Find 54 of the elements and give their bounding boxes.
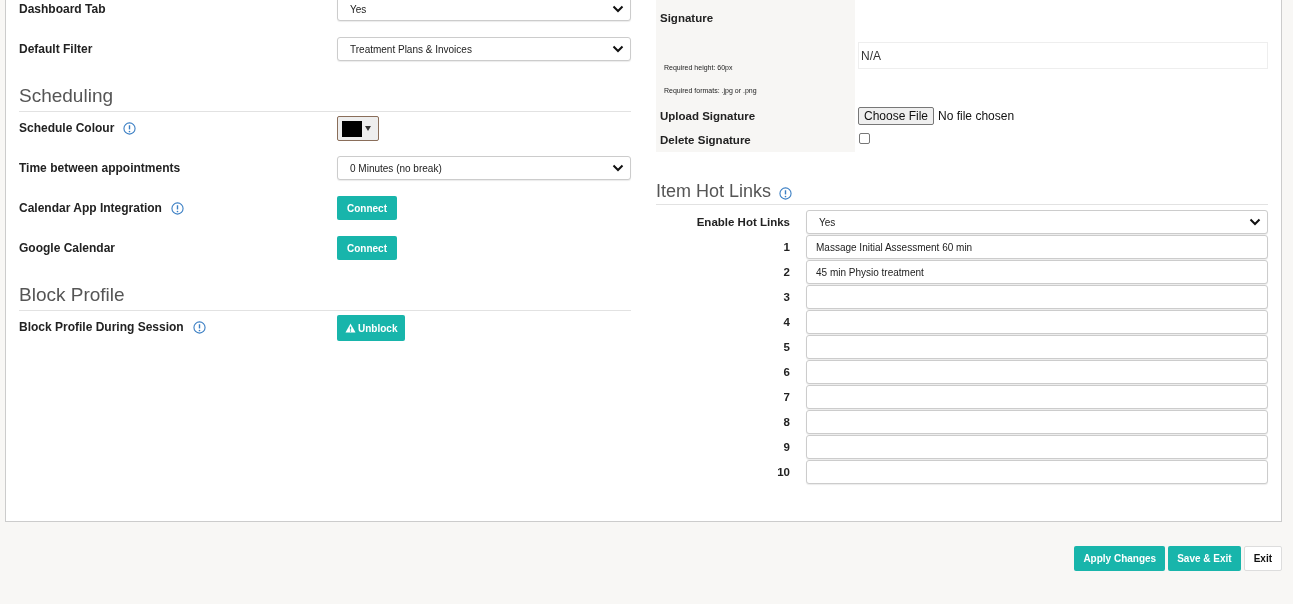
row-number: 10	[776, 466, 790, 478]
color-picker[interactable]	[337, 116, 379, 141]
hot-link-field[interactable]: Massage Initial Assessment 60 min	[806, 235, 1268, 259]
chevron-down-icon	[612, 5, 624, 13]
field-label: Enable Hot Links	[695, 216, 790, 228]
field-label: Signature	[660, 11, 714, 24]
chevron-down-icon	[612, 45, 624, 53]
footer-button[interactable]: Exit	[1243, 546, 1282, 571]
setting-label: Dashboard Tab	[19, 2, 106, 16]
hot-link-field[interactable]	[806, 410, 1268, 434]
setting-label: Block Profile During Session	[19, 320, 184, 334]
hot-link-field[interactable]	[806, 435, 1268, 459]
hot-link-field[interactable]	[806, 335, 1268, 359]
info-icon[interactable]	[123, 121, 137, 135]
row-number: 8	[782, 416, 790, 428]
hot-link-field[interactable]	[806, 360, 1268, 384]
row-number: 1	[782, 241, 790, 253]
setting-label: Calendar App Integration	[19, 201, 162, 215]
file-status: No file chosen	[938, 108, 1015, 123]
chevron-down-icon	[1249, 218, 1261, 226]
hot-link-field[interactable]	[806, 460, 1268, 484]
dropdown-select[interactable]: Yes	[806, 210, 1268, 234]
hot-link-field[interactable]: 45 min Physio treatment	[806, 260, 1268, 284]
row-number: 3	[782, 291, 790, 303]
info-icon[interactable]	[779, 184, 793, 197]
field-label: Delete Signature	[660, 134, 751, 146]
dropdown-select[interactable]: 0 Minutes (no break)	[337, 156, 631, 180]
info-icon[interactable]	[192, 320, 206, 334]
caret-icon	[365, 126, 371, 131]
dropdown-select[interactable]: Yes	[337, 0, 631, 21]
row-number: 2	[782, 266, 790, 278]
setting-label: Schedule Colour	[19, 121, 115, 135]
row-number: 6	[782, 366, 790, 378]
setting-label: Default Filter	[19, 42, 93, 56]
delete-checkbox[interactable]	[859, 133, 870, 144]
row-number: 4	[782, 316, 790, 328]
signature-preview: N/A	[858, 42, 1268, 69]
section-heading: Scheduling	[19, 73, 631, 112]
info-icon[interactable]	[170, 201, 184, 215]
section-heading: Item Hot Links	[656, 179, 772, 202]
chevron-down-icon	[612, 164, 624, 172]
setting-label: Time between appointments	[19, 161, 181, 175]
hot-link-field[interactable]	[806, 310, 1268, 334]
section-heading: Block Profile	[19, 272, 631, 311]
hot-link-field[interactable]	[806, 385, 1268, 409]
dropdown-select[interactable]: Treatment Plans & Invoices	[337, 37, 631, 61]
warning-icon	[345, 323, 356, 333]
row-number: 5	[782, 341, 790, 353]
field-label: Upload Signature	[660, 109, 756, 122]
hot-link-field[interactable]	[806, 285, 1268, 309]
row-number: 7	[782, 391, 790, 403]
choose-file-button[interactable]: Choose File	[858, 106, 935, 125]
setting-label: Google Calendar	[19, 241, 116, 255]
row-number: 9	[782, 441, 790, 453]
